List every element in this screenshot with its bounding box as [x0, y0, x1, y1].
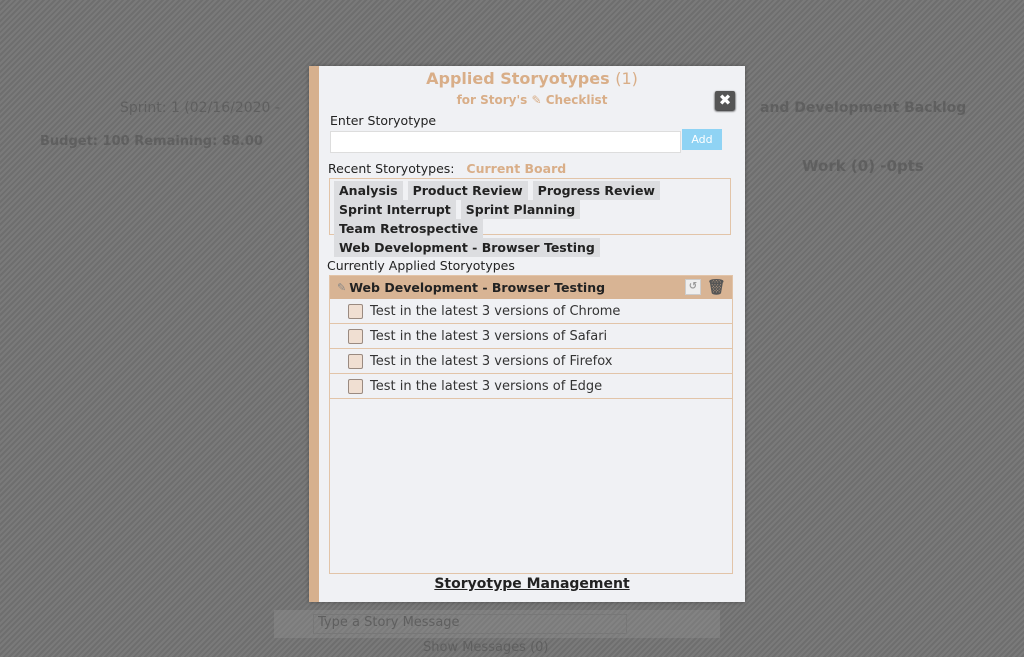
checklist-item: Test in the latest 3 versions of Safari — [330, 324, 732, 349]
checklist-item-text: Test in the latest 3 versions of Chrome — [370, 303, 621, 319]
checklist-item: Test in the latest 3 versions of Firefox — [330, 349, 732, 374]
enter-storyotype-label: Enter Storyotype — [330, 113, 437, 128]
title-text: Applied Storyotypes — [426, 69, 610, 88]
checklist-item: Test in the latest 3 versions of Chrome — [330, 299, 732, 324]
close-button[interactable]: ✖ — [715, 91, 735, 110]
recent-tag[interactable]: Sprint Interrupt — [334, 200, 456, 219]
storyotype-input[interactable] — [330, 131, 681, 153]
title-count: (1) — [615, 69, 638, 88]
recent-label: Recent Storyotypes: — [328, 161, 455, 176]
subtitle-prefix: for Story's — [456, 93, 528, 107]
trash-icon[interactable]: 🗑 — [707, 278, 726, 296]
recent-tag[interactable]: Web Development - Browser Testing — [334, 238, 600, 257]
applied-storyotype-name: Web Development - Browser Testing — [349, 280, 606, 295]
recent-tag[interactable]: Team Retrospective — [334, 219, 484, 238]
checklist-item-text: Test in the latest 3 versions of Edge — [370, 378, 603, 394]
bg-backlog: and Development Backlog — [760, 100, 967, 116]
checklist-item-text: Test in the latest 3 versions of Firefox — [370, 353, 613, 369]
applied-storyotypes-modal: Applied Storyotypes (1) for Story's ✎ Ch… — [309, 66, 745, 602]
recent-tags: Analysis Product Review Progress Review … — [329, 178, 731, 257]
checkbox[interactable] — [348, 303, 363, 319]
bg-message-input[interactable]: Type a Story Message — [313, 614, 627, 634]
checklist-item-text: Test in the latest 3 versions of Safari — [370, 328, 608, 344]
recent-tag[interactable]: Sprint Planning — [460, 200, 581, 219]
storyotype-management-link[interactable]: Storyotype Management — [319, 576, 745, 592]
subtitle-suffix: Checklist — [545, 93, 608, 107]
bg-show-messages[interactable]: Show Messages (0) — [423, 640, 549, 655]
bg-sprint: Sprint: 1 (02/16/2020 - — [120, 100, 280, 116]
modal-subtitle: for Story's ✎ Checklist — [319, 93, 745, 107]
applied-list: ✎ Web Development - Browser Testing ↺ 🗑 … — [329, 275, 733, 574]
checkbox[interactable] — [348, 378, 363, 394]
add-button[interactable]: Add — [682, 129, 722, 150]
pencil-icon: ✎ — [531, 93, 542, 107]
recent-tag[interactable]: Product Review — [407, 181, 528, 200]
recent-scope-link[interactable]: Current Board — [466, 161, 566, 176]
edit-pencil-icon[interactable]: ✎ — [337, 281, 346, 294]
checkbox[interactable] — [348, 353, 363, 369]
recent-tag[interactable]: Analysis — [334, 181, 403, 200]
modal-title: Applied Storyotypes (1) — [319, 69, 745, 88]
checklist-item: Test in the latest 3 versions of Edge — [330, 374, 732, 399]
recent-tag[interactable]: Progress Review — [532, 181, 660, 200]
applied-label: Currently Applied Storyotypes — [327, 258, 515, 273]
modal-accent-stripe — [309, 66, 319, 602]
bg-work: Work (0) -0pts — [802, 157, 924, 175]
bg-budget: Budget: 100 Remaining: 88.00 — [40, 134, 263, 149]
applied-storyotype-header: ✎ Web Development - Browser Testing ↺ 🗑 — [330, 276, 732, 299]
restore-icon[interactable]: ↺ — [684, 279, 701, 295]
recent-label-row: Recent Storyotypes: Current Board — [328, 161, 566, 176]
checkbox[interactable] — [348, 328, 363, 344]
